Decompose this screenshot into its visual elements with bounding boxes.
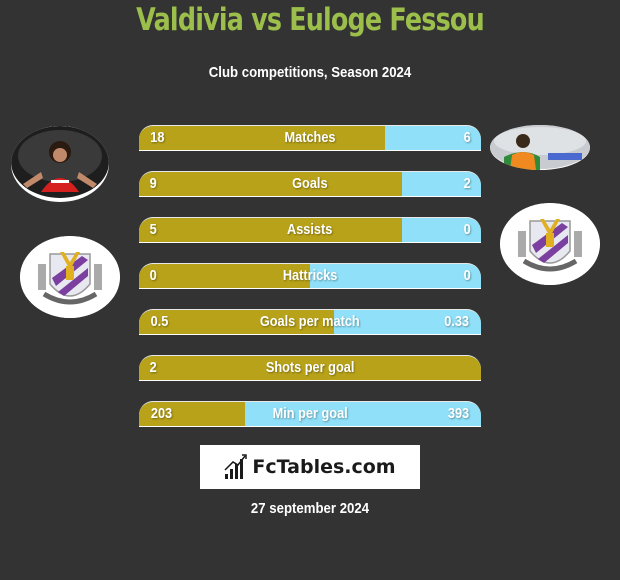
stat-label: Matches <box>284 129 336 146</box>
right-club-logo <box>500 203 600 285</box>
stat-row-goals-per-match: 0.5 Goals per match 0.33 <box>139 309 481 335</box>
bar-chart-icon <box>224 454 248 479</box>
club-crest-icon <box>20 236 120 318</box>
stat-row-min-per-goal: 203 Min per goal 393 <box>139 401 481 427</box>
right-value: 2 <box>463 175 471 192</box>
stat-label: Goals per match <box>260 313 360 330</box>
stat-label: Shots per goal <box>265 359 355 376</box>
left-player-photo <box>11 126 109 202</box>
left-club-logo <box>20 236 120 318</box>
stat-row-hattricks: 0 Hattricks 0 <box>139 263 481 289</box>
stat-row-shots-per-goal: 2 Shots per goal <box>139 355 481 381</box>
right-player-photo <box>490 125 590 170</box>
stat-label: Min per goal <box>272 405 348 422</box>
stat-row-assists: 5 Assists 0 <box>139 217 481 243</box>
right-value: 6 <box>463 129 471 146</box>
fctables-logo[interactable]: FcTables.com <box>200 445 420 489</box>
right-value: 0 <box>463 221 471 238</box>
brand-name: FcTables.com <box>252 456 396 478</box>
stat-row-goals: 9 Goals 2 <box>139 171 481 197</box>
right-value: 0.33 <box>443 313 469 330</box>
stat-row-matches: 18 Matches 6 <box>139 125 481 151</box>
page-title: Valdivia vs Euloge Fessou <box>136 2 485 38</box>
stat-label: Assists <box>287 221 333 238</box>
right-value: 393 <box>447 405 470 422</box>
player-photo-icon <box>11 126 109 198</box>
subtitle: Club competitions, Season 2024 <box>208 64 412 81</box>
stat-label: Goals <box>292 175 328 192</box>
stat-label: Hattricks <box>282 267 338 284</box>
club-crest-icon <box>500 203 600 285</box>
player-photo-icon <box>490 125 590 170</box>
footer-date: 27 september 2024 <box>250 500 370 517</box>
right-value: 0 <box>463 267 471 284</box>
